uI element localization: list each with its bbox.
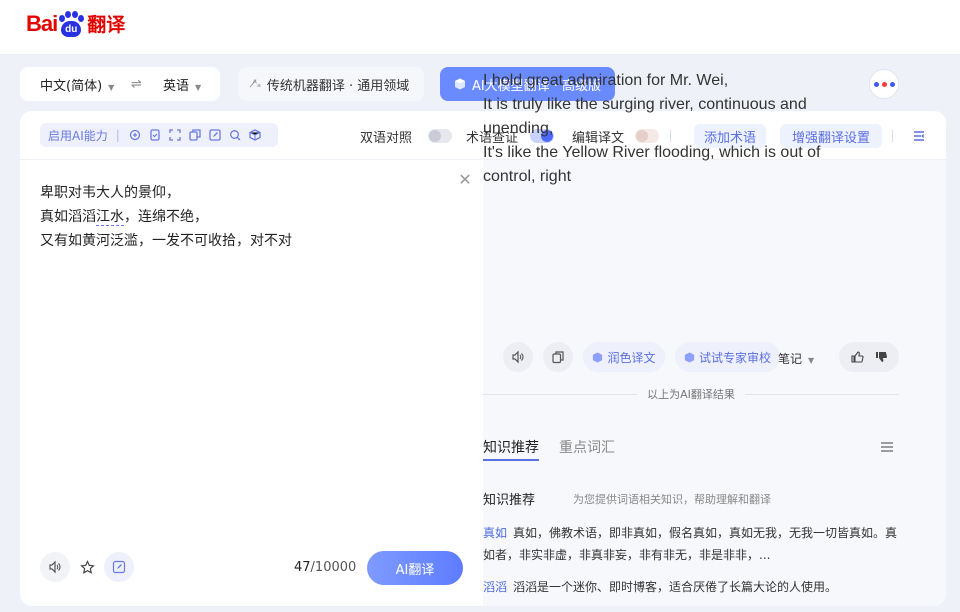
tab-knowledge[interactable]: 知识推荐 — [483, 437, 539, 461]
source-line: 又有如黄河泛滥，一发不可收拾，对不对 — [40, 233, 292, 249]
magic-icon[interactable] — [128, 128, 142, 142]
source-textarea[interactable]: 卑职对韦大人的景仰， 真如滔滔江水，连绵不绝， 又有如黄河泛滥，一发不可收拾，对… — [40, 181, 292, 253]
ai-result-label: 以上为AI翻译结果 — [647, 388, 735, 401]
ai-result-notice: 以上为AI翻译结果 — [483, 387, 899, 401]
translation-line: unending, — [483, 120, 554, 137]
source-line: 真如滔滔江水，连绵不绝， — [40, 205, 292, 229]
target-speaker-button[interactable] — [503, 342, 533, 372]
feedback-group — [839, 342, 899, 372]
speaker-icon — [49, 560, 61, 574]
translation-line: It is truly like the surging river, cont… — [483, 96, 807, 113]
target-language-label: 英语 — [163, 78, 190, 94]
thumbs-up-icon[interactable] — [850, 350, 864, 364]
logo-fanyi-text: 翻译 — [87, 14, 126, 36]
expand-icon[interactable] — [168, 128, 182, 142]
divider — [892, 130, 893, 142]
list-menu-icon[interactable] — [880, 438, 896, 454]
polish-label: 润色译文 — [607, 350, 656, 365]
notes-label: 笔记 — [778, 352, 803, 366]
chevron-down-icon: ▼ — [195, 82, 202, 92]
expert-review-button[interactable]: 试试专家审校 — [675, 342, 780, 372]
copy-doc-icon[interactable] — [188, 128, 202, 142]
ai-capability-bar: 启用AI能力 | — [40, 123, 278, 147]
swap-languages-icon[interactable]: ⇌ — [131, 77, 142, 92]
cube-outline-icon[interactable] — [248, 128, 262, 142]
translation-line: It's like the Yellow River flooding, whi… — [483, 144, 821, 161]
divider: | — [115, 128, 120, 142]
character-counter: 47/10000 — [294, 560, 356, 575]
cube-icon — [684, 351, 695, 363]
bilingual-label: 双语对照 — [360, 131, 413, 146]
ai-capability-label[interactable]: 启用AI能力 — [48, 127, 108, 144]
chevron-down-icon: ▼ — [808, 356, 815, 365]
expert-review-label: 试试专家审校 — [698, 350, 771, 365]
knowledge-term[interactable]: 真如 — [483, 526, 507, 540]
chevron-down-icon: ▼ — [108, 82, 115, 92]
translation-line: I hold great admiration for Mr. Wei, — [483, 72, 729, 89]
source-edit-button[interactable] — [104, 552, 134, 582]
knowledge-definition: 真如，佛教术语，即非真如，假名真如，真如无我，无我一切皆真如。真如者，非实非虚，… — [483, 526, 898, 562]
collapse-menu-icon[interactable] — [908, 125, 930, 147]
source-segment: ，连绵不绝， — [124, 209, 208, 225]
source-language-label: 中文(简体) — [40, 78, 103, 94]
source-speaker-button[interactable] — [40, 552, 70, 582]
cube-icon — [593, 351, 603, 363]
copy-icon — [552, 351, 564, 364]
char-count: 47 — [294, 560, 311, 575]
notes-dropdown[interactable]: 笔记 ▼ — [778, 350, 814, 367]
traditional-mode-label: 传统机器翻译 · 通用领域 — [266, 78, 410, 94]
target-language-dropdown[interactable]: 英语 ▼ — [163, 75, 201, 94]
language-selector: 中文(简体) ▼ ⇌ 英语 ▼ — [20, 67, 220, 101]
paw-logo-icon: du — [58, 10, 85, 37]
voice-assistant-icon[interactable] — [869, 69, 899, 99]
source-language-dropdown[interactable]: 中文(简体) ▼ — [40, 75, 114, 94]
knowledge-term[interactable]: 滔滔 — [483, 580, 507, 594]
cube-icon — [454, 78, 465, 90]
clear-close-icon[interactable]: ✕ — [457, 172, 473, 188]
knowledge-entry[interactable]: 滔滔 滔滔是一个迷你、即时博客，适合厌倦了长篇大论的人使用。 — [483, 576, 901, 598]
search-doc-icon[interactable] — [228, 128, 242, 142]
favorite-button[interactable] — [72, 552, 102, 582]
translate-icon: ᴬ̸ₐ — [252, 78, 261, 90]
top-header: Bai du 翻译 — [0, 0, 960, 54]
tab-vocab[interactable]: 重点词汇 — [559, 437, 615, 461]
polish-translation-button[interactable]: 润色译文 — [583, 342, 665, 372]
knowledge-entry[interactable]: 真如 真如，佛教术语，即非真如，假名真如，真如无我，无我一切皆真如。真如者，非实非… — [483, 522, 901, 566]
term-highlight[interactable]: 江水 — [96, 209, 124, 226]
traditional-translation-mode-button[interactable]: ᴬ̸ₐ 传统机器翻译 · 通用领域 — [238, 67, 424, 101]
logo-du-text: du — [61, 20, 82, 37]
translation-line: control, right — [483, 168, 572, 185]
knowledge-title: 知识推荐 — [483, 493, 536, 508]
thumbs-down-icon[interactable] — [874, 350, 888, 364]
knowledge-tabs: 知识推荐 重点词汇 — [483, 437, 615, 461]
source-line: 卑职对韦大人的景仰， — [40, 185, 180, 201]
edit-icon[interactable] — [208, 128, 222, 142]
source-segment: 真如滔滔 — [40, 209, 96, 225]
speaker-icon — [512, 350, 524, 364]
translation-output: I hold great admiration for Mr. Wei, It … — [483, 69, 843, 189]
doc-check-icon[interactable] — [148, 128, 162, 142]
ai-translate-button[interactable]: AI翻译 — [367, 551, 463, 585]
char-limit: /10000 — [310, 560, 357, 575]
copy-button[interactable] — [543, 342, 573, 372]
star-icon — [79, 559, 95, 574]
knowledge-subtitle: 为您提供词语相关知识，帮助理解和翻译 — [573, 493, 771, 506]
logo-bai-text: Bai — [26, 10, 58, 36]
edit-icon — [112, 560, 126, 574]
bilingual-toggle[interactable] — [428, 129, 452, 143]
baidu-fanyi-logo[interactable]: Bai du 翻译 — [26, 10, 125, 37]
knowledge-definition: 滔滔是一个迷你、即时博客，适合厌倦了长篇大论的人使用。 — [513, 580, 838, 594]
